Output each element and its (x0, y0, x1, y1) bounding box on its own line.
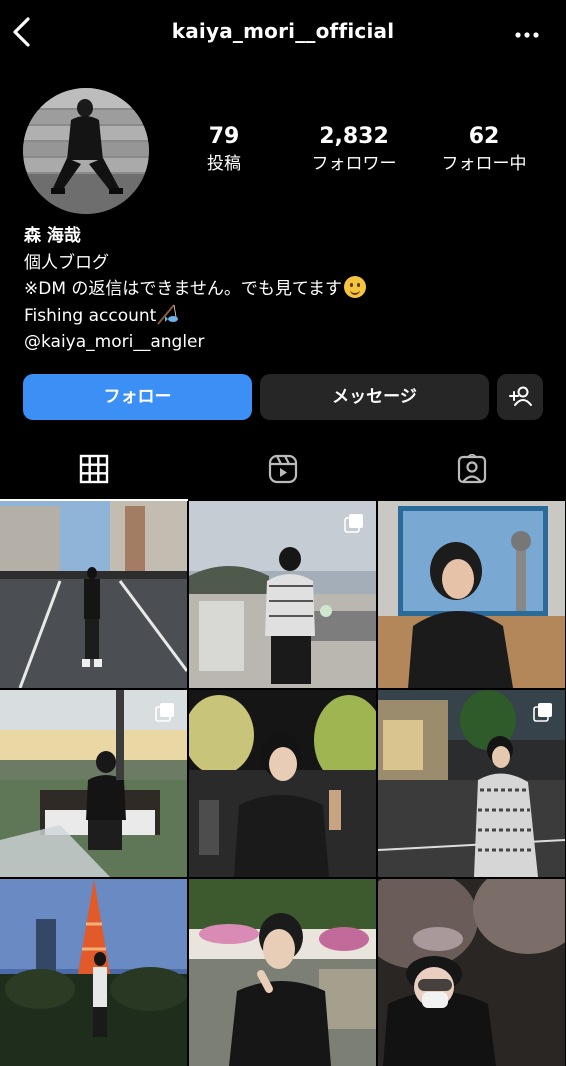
post-thumbnail[interactable] (378, 501, 565, 688)
bio-line-blog: 個人ブログ (24, 252, 109, 273)
bio-link-angler[interactable]: @kaiya_mori__angler (24, 329, 544, 356)
posts-count: 79 (208, 124, 240, 149)
tab-reels[interactable] (189, 440, 377, 500)
top-bar: kaiya_mori__official (0, 0, 566, 64)
message-button[interactable]: メッセージ (260, 374, 489, 420)
bio-fishing-text: Fishing account (24, 305, 157, 326)
tab-posts[interactable] (0, 440, 188, 501)
following-label: フォロー中 (441, 154, 527, 174)
post-thumbnail[interactable] (0, 690, 187, 877)
post-grid (0, 501, 566, 1066)
grid-icon (79, 454, 109, 484)
add-user-icon (509, 386, 532, 406)
follow-button[interactable]: フォロー (23, 374, 252, 420)
profile-tabs (0, 440, 566, 501)
post-thumbnail[interactable] (0, 501, 187, 688)
followers-label: フォロワー (311, 154, 397, 174)
post-thumbnail[interactable] (189, 879, 376, 1066)
stat-following[interactable]: 62 フォロー中 (429, 124, 539, 176)
smiling-face-icon (344, 276, 367, 298)
profile-bio: 森 海哉 個人ブログ ※DM の返信はできません。でも見てます Fishing … (24, 223, 544, 356)
post-thumbnail[interactable] (189, 690, 376, 877)
bio-dm-text: ※DM の返信はできません。でも見てます (24, 279, 343, 299)
fishing-pole-icon (157, 303, 179, 325)
suggest-users-button[interactable] (497, 374, 543, 420)
bio-line-dm: ※DM の返信はできません。でも見てます (24, 276, 544, 303)
stat-posts[interactable]: 79 投稿 (169, 124, 279, 176)
profile-username: kaiya_mori__official (171, 19, 395, 43)
posts-label: 投稿 (207, 154, 241, 174)
more-horizontal-icon (515, 32, 539, 38)
avatar[interactable] (23, 88, 149, 214)
followers-count: 2,832 (319, 124, 389, 149)
post-thumbnail[interactable] (378, 690, 565, 877)
stat-followers[interactable]: 2,832 フォロワー (299, 124, 409, 176)
multiple-photos-icon (344, 514, 363, 533)
post-thumbnail[interactable] (0, 879, 187, 1066)
more-button[interactable] (514, 26, 540, 38)
post-thumbnail[interactable] (378, 879, 565, 1066)
tab-tagged[interactable] (378, 440, 566, 500)
reels-icon (268, 454, 298, 484)
tagged-icon (457, 454, 487, 484)
post-thumbnail[interactable] (189, 501, 376, 688)
following-count: 62 (468, 124, 500, 149)
profile-name: 森 海哉 (24, 226, 81, 246)
bio-line-fishing: Fishing account (24, 303, 544, 330)
multiple-photos-icon (155, 703, 174, 722)
multiple-photos-icon (533, 703, 552, 722)
